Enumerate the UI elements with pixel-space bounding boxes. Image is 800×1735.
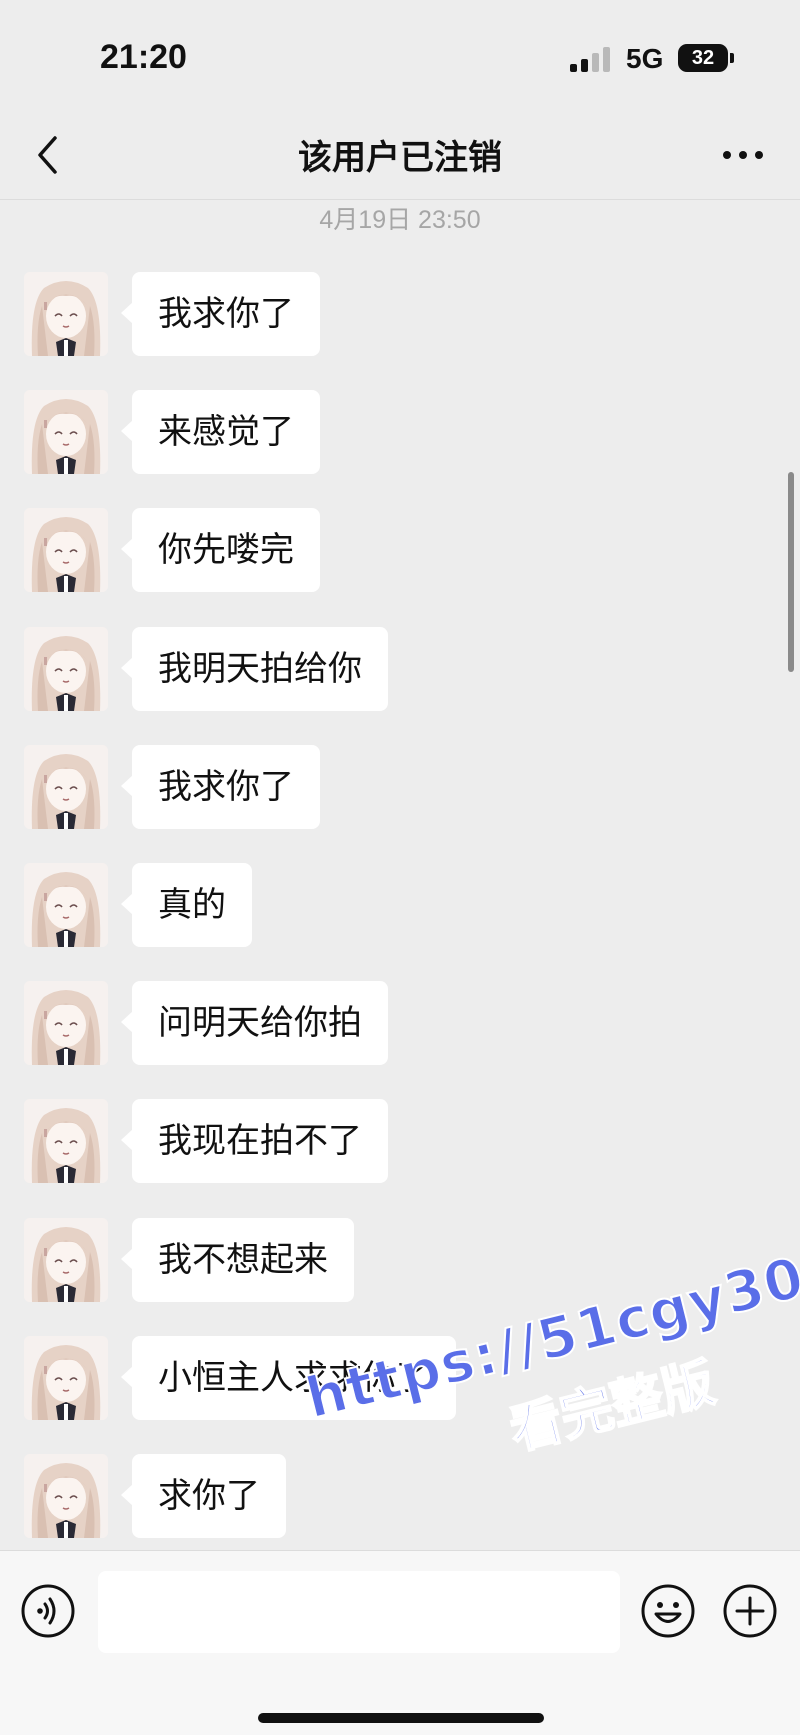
battery-icon: 32	[678, 44, 734, 72]
message-input[interactable]	[98, 1571, 620, 1653]
avatar[interactable]	[24, 627, 108, 711]
avatar[interactable]	[24, 1218, 108, 1302]
message-row: 小恒主人求求你了	[0, 1336, 800, 1420]
input-bar	[0, 1550, 800, 1735]
message-bubble[interactable]: 真的	[121, 863, 252, 947]
avatar[interactable]	[24, 508, 108, 592]
message-row: 我求你了	[0, 272, 800, 356]
avatar[interactable]	[24, 390, 108, 474]
message-bubble[interactable]: 你先喽完	[121, 508, 320, 592]
message-bubble[interactable]: 我明天拍给你	[121, 627, 388, 711]
message-row: 我明天拍给你	[0, 627, 800, 711]
more-dots-icon[interactable]	[718, 130, 768, 180]
message-row: 我不想起来	[0, 1218, 800, 1302]
status-time: 21:20	[100, 38, 187, 76]
plus-icon[interactable]	[722, 1583, 778, 1639]
message-bubble[interactable]: 问明天给你拍	[121, 981, 388, 1065]
home-indicator	[258, 1713, 544, 1723]
message-row: 问明天给你拍	[0, 981, 800, 1065]
chat-screen: 21:20 5G 32 该用户已注销 4月19日 23:50 我求你了 来感觉了…	[0, 0, 800, 1735]
message-bubble[interactable]: 求你了	[121, 1454, 286, 1538]
status-bar: 21:20 5G 32	[0, 0, 800, 110]
message-bubble[interactable]: 小恒主人求求你了	[121, 1336, 456, 1420]
message-bubble[interactable]: 我现在拍不了	[121, 1099, 388, 1183]
avatar[interactable]	[24, 981, 108, 1065]
avatar[interactable]	[24, 1454, 108, 1538]
message-timestamp: 4月19日 23:50	[319, 206, 481, 234]
scrollbar[interactable]	[788, 472, 794, 672]
battery-level: 32	[678, 44, 728, 72]
avatar[interactable]	[24, 745, 108, 829]
message-bubble[interactable]: 我求你了	[121, 272, 320, 356]
nav-bar: 该用户已注销	[0, 110, 800, 200]
page-title: 该用户已注销	[298, 138, 502, 178]
message-bubble[interactable]: 我不想起来	[121, 1218, 354, 1302]
avatar[interactable]	[24, 272, 108, 356]
message-bubble[interactable]: 我求你了	[121, 745, 320, 829]
avatar[interactable]	[24, 1336, 108, 1420]
emoji-icon[interactable]	[640, 1583, 696, 1639]
signal-icon	[570, 46, 612, 72]
avatar[interactable]	[24, 863, 108, 947]
voice-icon[interactable]	[20, 1583, 76, 1639]
message-row: 我求你了	[0, 745, 800, 829]
message-bubble[interactable]: 来感觉了	[121, 390, 320, 474]
message-row: 求你了	[0, 1454, 800, 1538]
network-label: 5G	[626, 43, 664, 74]
message-row: 真的	[0, 863, 800, 947]
message-row: 来感觉了	[0, 390, 800, 474]
message-row: 你先喽完	[0, 508, 800, 592]
avatar[interactable]	[24, 1099, 108, 1183]
message-row: 我现在拍不了	[0, 1099, 800, 1183]
